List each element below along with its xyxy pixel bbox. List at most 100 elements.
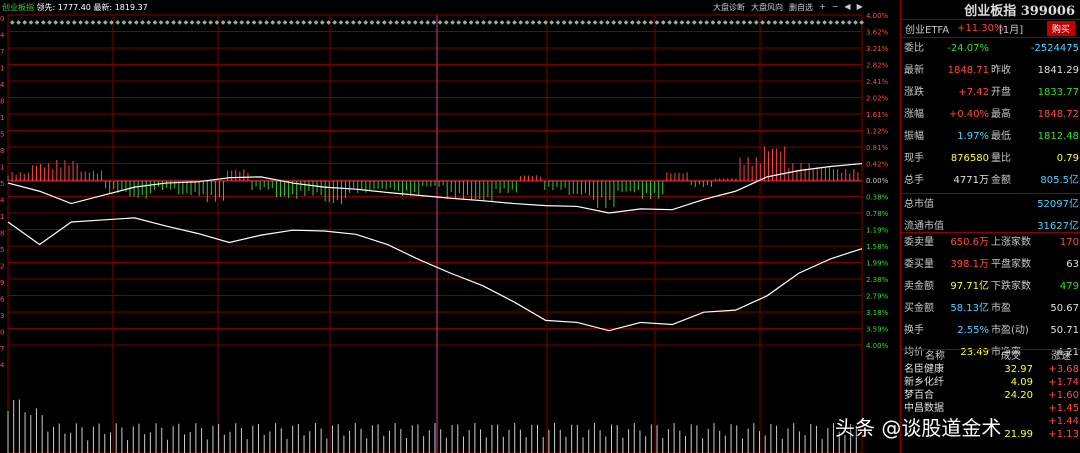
tick-marker: ◆ (432, 19, 437, 26)
tick-marker: ◆ (103, 19, 108, 26)
tick-marker: ◆ (60, 19, 65, 26)
tick-marker: ◆ (562, 19, 567, 26)
diagnose-button[interactable]: 大盘诊断 (713, 2, 745, 13)
tick-marker: ◆ (692, 19, 697, 26)
tick-marker: ◆ (779, 19, 784, 26)
quote-label-right: 金额 (991, 175, 1011, 186)
tick-marker: ◆ (215, 19, 220, 26)
quote-label: 委比 (904, 43, 924, 54)
tick-marker: ◆ (556, 19, 561, 26)
etf-period: [1月] (999, 24, 1024, 36)
tick-marker: ◆ (816, 19, 821, 26)
tick-marker: ◆ (642, 19, 647, 26)
left-axis-label: 5 (0, 246, 4, 254)
tick-marker: ◆ (277, 19, 282, 26)
quote-value-right: 0.79 (1056, 153, 1079, 164)
tick-marker: ◆ (190, 19, 195, 26)
price-line (7, 162, 863, 214)
quote-value: 1.97% (957, 131, 989, 142)
tick-marker: ◆ (122, 19, 127, 26)
quote-value-right: 50.71 (1050, 325, 1079, 336)
tick-marker: ◆ (754, 19, 759, 26)
zoom-out-button[interactable]: − (832, 2, 839, 13)
tick-marker: ◆ (835, 19, 840, 26)
tick-marker: ◆ (605, 19, 610, 26)
tick-marker: ◆ (568, 19, 573, 26)
quote-value-right: 170 (1059, 237, 1079, 248)
quote-value-right: -2524475 (1030, 43, 1079, 54)
etf-row[interactable]: 创业ETFA +11.30% [1月] 购买 (901, 20, 1080, 36)
tick-marker: ◆ (264, 19, 269, 26)
quote-label: 现手 (904, 153, 924, 164)
zoom-in-button[interactable]: + (819, 2, 826, 13)
mover-price: 21.99 (1004, 429, 1033, 440)
tick-marker: ◆ (611, 19, 616, 26)
buy-button[interactable]: 购买 (1047, 20, 1076, 36)
right-axis-label: 0.81% (866, 144, 889, 152)
quote-label: 委卖量 (904, 237, 934, 248)
tick-marker: ◆ (723, 19, 728, 26)
tick-marker: ◆ (301, 19, 306, 26)
tick-marker: ◆ (184, 19, 189, 26)
tick-marker: ◆ (704, 19, 709, 26)
tick-marker: ◆ (822, 19, 827, 26)
prev-label: 领先: (36, 3, 56, 12)
quote-value: +7.42 (958, 87, 989, 98)
mover-change: +1.44 (1048, 416, 1079, 427)
right-axis-label: 3.59% (866, 326, 889, 334)
quote-label: 最新 (904, 65, 924, 76)
tick-marker: ◆ (252, 19, 257, 26)
left-axis-label: 9 (0, 279, 4, 287)
tick-marker: ◆ (655, 19, 660, 26)
mover-change: +1.74 (1048, 377, 1079, 388)
tick-marker: ◆ (41, 19, 46, 26)
quote-label-right: 上涨家数 (991, 237, 1031, 248)
right-axis-label: 4.00% (866, 342, 889, 350)
tick-marker: ◆ (469, 19, 474, 26)
quote-value-right: 805.5亿 (1040, 175, 1079, 186)
quote-value: +0.40% (948, 109, 989, 120)
tick-marker: ◆ (847, 19, 852, 26)
mover-price: 32.97 (1004, 364, 1033, 375)
intraday-chart[interactable]: ◆ ◆ ◆ ◆ ◆ ◆ ◆ ◆ ◆ ◆ ◆ ◆ ◆ ◆ ◆ ◆ ◆ ◆ ◆ ◆ ◆ ◆ ◆ ◆ ◆ ◆ ◆ ◆ ◆ ◆ ◆ ◆ ◆ ◆ ◆ ◆ ◆ ◆ ◆ ◆… (0, 0, 900, 453)
quote-value-right: 1841.29 (1037, 65, 1079, 76)
tick-marker: ◆ (686, 19, 691, 26)
tick-marker: ◆ (66, 19, 71, 26)
movers-change-header: 涨速 (1051, 351, 1071, 362)
tick-marker: ◆ (717, 19, 722, 26)
index-name: 创业板指 (2, 3, 34, 12)
tick-marker: ◆ (618, 19, 623, 26)
prev-arrow-icon[interactable]: ◀ (844, 2, 850, 13)
mover-change: +3.68 (1048, 364, 1079, 375)
tick-marker: ◆ (115, 19, 120, 26)
mover-price: 24.20 (1004, 390, 1033, 401)
tick-marker: ◆ (35, 19, 40, 26)
tick-marker: ◆ (394, 19, 399, 26)
mover-row[interactable]: 新乡化纤 4.09 +1.74 (901, 376, 1080, 389)
tick-marker: ◆ (828, 19, 833, 26)
right-axis-label: 1.58% (866, 243, 889, 251)
quote-row: 振幅 1.97% 最低 1812.48 (901, 126, 1080, 148)
quote-row: 卖金额 97.71亿 下跌家数 479 (901, 276, 1080, 298)
remove-watch-button[interactable]: 删自选 (789, 2, 813, 13)
mover-row[interactable]: 梦百合 24.20 +1.60 (901, 389, 1080, 402)
next-arrow-icon[interactable]: ▶ (857, 2, 863, 13)
quote-value-right: 1812.48 (1037, 131, 1079, 142)
tick-marker: ◆ (450, 19, 455, 26)
tick-marker: ◆ (624, 19, 629, 26)
tick-marker: ◆ (680, 19, 685, 26)
tick-marker: ◆ (649, 19, 654, 26)
quote-row: 涨跌 +7.42 开盘 1833.77 (901, 82, 1080, 104)
tick-marker: ◆ (221, 19, 226, 26)
tick-marker: ◆ (537, 19, 542, 26)
tick-marker: ◆ (314, 19, 319, 26)
tick-marker: ◆ (791, 19, 796, 26)
tick-marker: ◆ (227, 19, 232, 26)
tick-marker: ◆ (673, 19, 678, 26)
mover-row[interactable]: 名臣健康 32.97 +3.68 (901, 363, 1080, 376)
trend-button[interactable]: 大盘风向 (751, 2, 783, 13)
tick-marker: ◆ (785, 19, 790, 26)
tick-marker: ◆ (72, 19, 77, 26)
tick-marker: ◆ (487, 19, 492, 26)
tick-marker: ◆ (10, 19, 15, 26)
